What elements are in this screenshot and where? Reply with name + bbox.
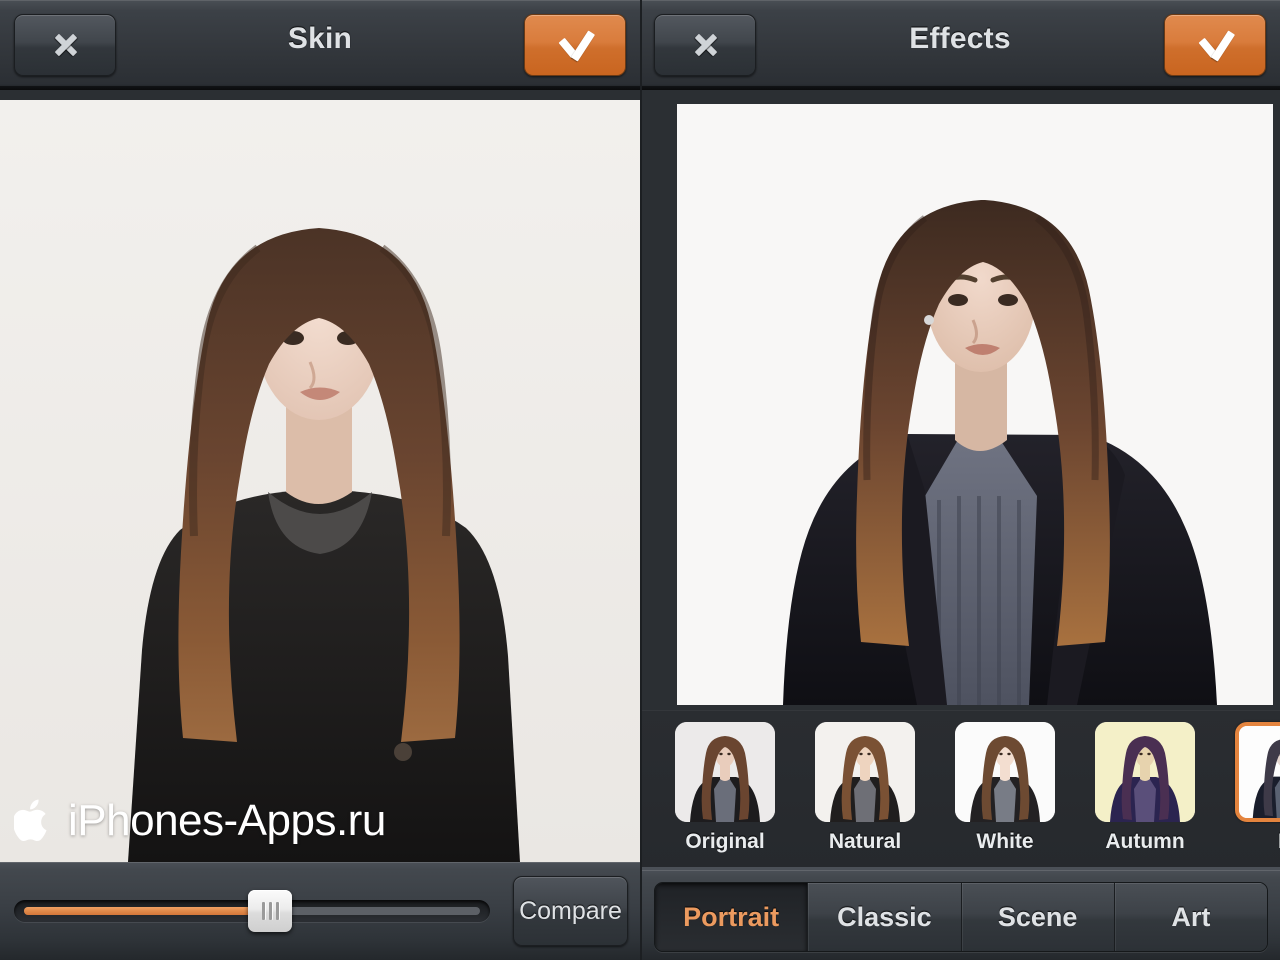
effect-thumbnail-p[interactable]: P [1235,722,1280,854]
effect-thumbnail-white[interactable]: White [955,722,1055,854]
tab-label: Portrait [683,901,780,932]
watermark: iPhones-Apps.ru [14,796,386,846]
effect-thumbnail-label: P [1235,830,1280,854]
watermark-text: iPhones-Apps.ru [68,796,386,845]
effects-thumbnail-strip[interactable]: Original Natural White Autumn P [640,710,1280,870]
tab-portrait[interactable]: Portrait [655,883,809,951]
tab-art[interactable]: Art [1114,883,1267,951]
effect-thumbnail-image [955,722,1055,822]
effects-preview-area [640,90,1280,710]
tab-label: Classic [837,901,932,932]
tab-label: Scene [997,901,1078,932]
effect-thumbnail-image [815,722,915,822]
effects-photo-canvas[interactable] [677,104,1273,705]
effect-thumbnail-label: Natural [828,830,902,853]
skin-intensity-slider[interactable] [14,890,490,932]
effect-thumbnail-image [1235,722,1280,822]
effect-thumbnail-image [675,722,775,822]
effects-photo-image [677,104,1273,705]
tab-scene[interactable]: Scene [961,883,1115,951]
app-root: Skin iPhones-Apps.ru Compare Effects Ori… [0,0,1280,960]
effect-thumbnail-natural[interactable]: Natural [815,722,915,854]
skin-photo-canvas[interactable]: iPhones-Apps.ru [0,100,640,862]
skin-photo-image [0,100,640,862]
panel-divider [640,0,642,960]
effects-done-button[interactable] [1164,14,1266,76]
effects-header: Effects [640,0,1280,90]
compare-button-label: Compare [519,896,622,925]
slider-handle[interactable] [248,890,293,932]
tab-label: Art [1171,901,1211,932]
apple-logo-icon [14,799,47,842]
skin-header: Skin [0,0,640,90]
slider-fill [24,907,271,915]
effect-thumbnail-label: Original [685,830,765,853]
skin-panel: Skin iPhones-Apps.ru Compare [0,0,640,960]
effects-panel: Effects Original Natural White Autumn Po… [640,0,1280,960]
effects-category-tabs[interactable]: Portrait Classic Scene Art [654,882,1268,952]
effect-thumbnail-image [1095,722,1195,822]
checkmark-icon [555,29,595,61]
effect-thumbnail-original[interactable]: Original [675,722,775,854]
effect-thumbnail-autumn[interactable]: Autumn [1095,722,1195,854]
tab-classic[interactable]: Classic [808,883,962,951]
checkmark-icon [1195,29,1235,61]
skin-done-button[interactable] [524,14,626,76]
effects-tabbar-area: Portrait Classic Scene Art [640,870,1280,960]
effect-thumbnail-label: White [976,830,1034,853]
compare-button[interactable]: Compare [513,876,628,946]
effect-thumbnail-label: Autumn [1105,830,1185,853]
skin-footer: Compare [0,862,640,960]
